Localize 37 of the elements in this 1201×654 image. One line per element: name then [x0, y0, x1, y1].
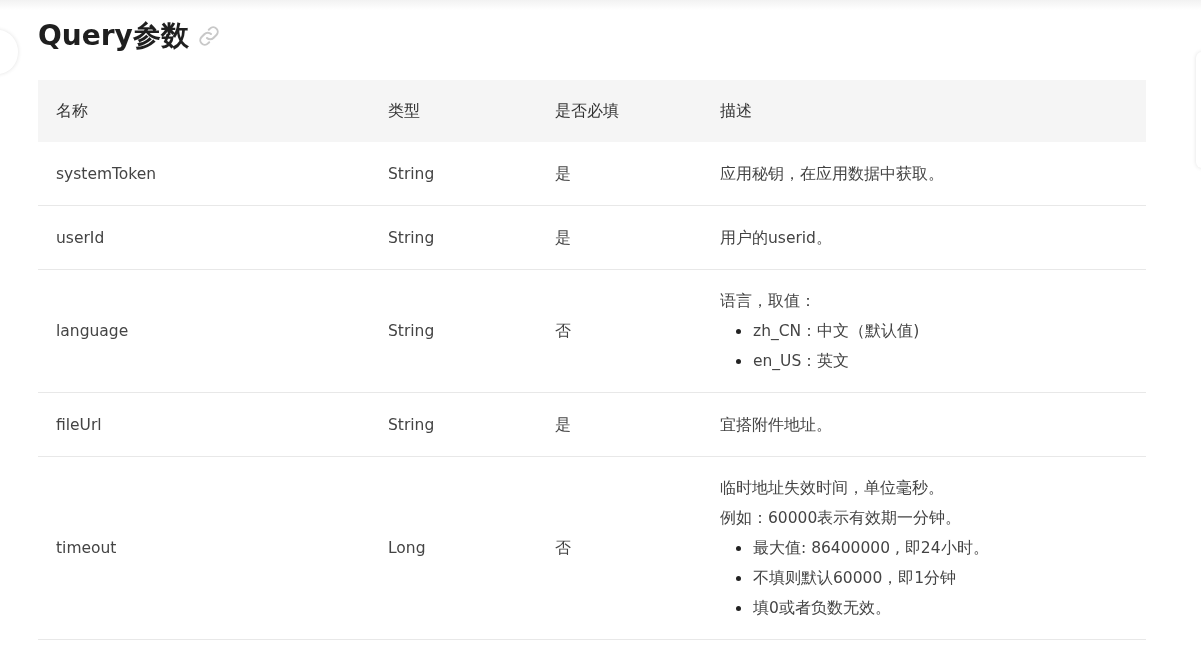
- table-cell: 否: [537, 269, 702, 393]
- description-text: 例如：60000表示有效期一分钟。: [720, 508, 962, 529]
- bullet-text: 填0或者负数无效。: [753, 598, 891, 619]
- bullet-icon: [736, 328, 741, 334]
- section-title: Query参数: [38, 18, 189, 54]
- table-cell: fileUrl: [38, 392, 370, 457]
- table-cell: String: [370, 205, 537, 270]
- bullet-text: 不填则默认60000，即1分钟: [753, 568, 957, 589]
- table-cell: String: [370, 392, 537, 457]
- table-cell: 是: [537, 205, 702, 270]
- description-text: 语言，取值：: [720, 291, 816, 312]
- bullet-icon: [736, 575, 741, 581]
- table-cell: userId: [38, 205, 370, 270]
- link-icon[interactable]: [196, 24, 221, 48]
- column-header: 是否必填: [537, 80, 702, 142]
- column-header: 名称: [38, 80, 370, 142]
- description-text: 应用秘钥，在应用数据中获取。: [720, 163, 944, 185]
- bullet-text: en_US：英文: [753, 351, 850, 372]
- table-cell: language: [38, 269, 370, 393]
- table-cell: 是: [537, 392, 702, 457]
- description-text: 宜搭附件地址。: [720, 414, 832, 436]
- bullet-text: 最大值: 86400000 , 即24小时。: [753, 538, 989, 559]
- table-cell: 是: [537, 142, 702, 206]
- table-cell: systemToken: [38, 142, 370, 206]
- bullet-icon: [736, 545, 741, 551]
- column-header: 描述: [702, 80, 1146, 142]
- table-cell: timeout: [38, 456, 370, 640]
- bullet-icon: [736, 358, 741, 364]
- column-header: 类型: [370, 80, 537, 142]
- table-cell: String: [370, 142, 537, 206]
- description-text: 用户的userid。: [720, 227, 832, 249]
- table-cell: Long: [370, 456, 537, 640]
- table-cell: 否: [537, 456, 702, 640]
- description-text: 临时地址失效时间，单位毫秒。: [720, 478, 944, 499]
- bullet-text: zh_CN：中文（默认值): [753, 321, 920, 342]
- table-cell: String: [370, 269, 537, 393]
- bullet-icon: [736, 605, 741, 611]
